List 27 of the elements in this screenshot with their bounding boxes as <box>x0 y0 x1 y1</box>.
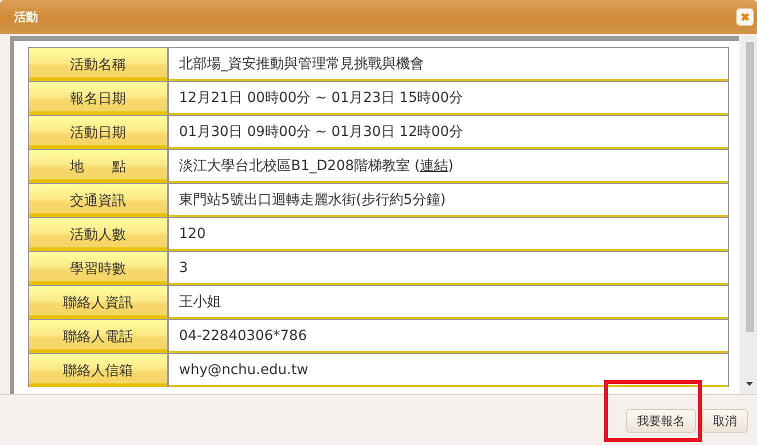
field-label: 活動日期 <box>29 116 169 149</box>
scrollbar[interactable] <box>742 36 757 394</box>
field-label: 活動人數 <box>29 218 169 251</box>
field-value: 3 <box>169 252 728 285</box>
field-label: 交通資訊 <box>29 184 169 217</box>
scrollbar-thumb[interactable] <box>746 42 754 332</box>
field-label: 學習時數 <box>29 252 169 285</box>
field-value: 北部場_資安推動與管理常見挑戰與機會 <box>169 48 728 81</box>
field-label: 聯絡人信箱 <box>29 354 169 387</box>
field-value: 04-22840306*786 <box>169 320 728 353</box>
field-value: 淡江大學台北校區B1_D208階梯教室 (連結) <box>169 150 728 183</box>
field-value: why@nchu.edu.tw <box>169 354 728 387</box>
field-value: 王小姐 <box>169 286 728 319</box>
field-value: 01月30日 09時00分 ~ 01月30日 12時00分 <box>169 116 728 149</box>
field-label: 地 點 <box>29 150 169 183</box>
field-label: 活動名稱 <box>29 48 169 81</box>
field-label: 聯絡人資訊 <box>29 286 169 319</box>
field-label: 聯絡人電話 <box>29 320 169 353</box>
field-value: 120 <box>169 218 728 251</box>
field-value: 東門站5號出口迴轉走麗水街(步行約5分鐘) <box>169 184 728 217</box>
field-value: 12月21日 00時00分 ~ 01月23日 15時00分 <box>169 82 728 115</box>
link[interactable]: 連結 <box>420 156 448 174</box>
window-title: 活動 <box>14 8 38 26</box>
scroll-down-icon[interactable] <box>746 382 753 386</box>
dialog-button[interactable]: 取消 <box>702 409 748 433</box>
field-label: 報名日期 <box>29 82 169 115</box>
dialog-button[interactable]: 我要報名 <box>626 409 696 433</box>
